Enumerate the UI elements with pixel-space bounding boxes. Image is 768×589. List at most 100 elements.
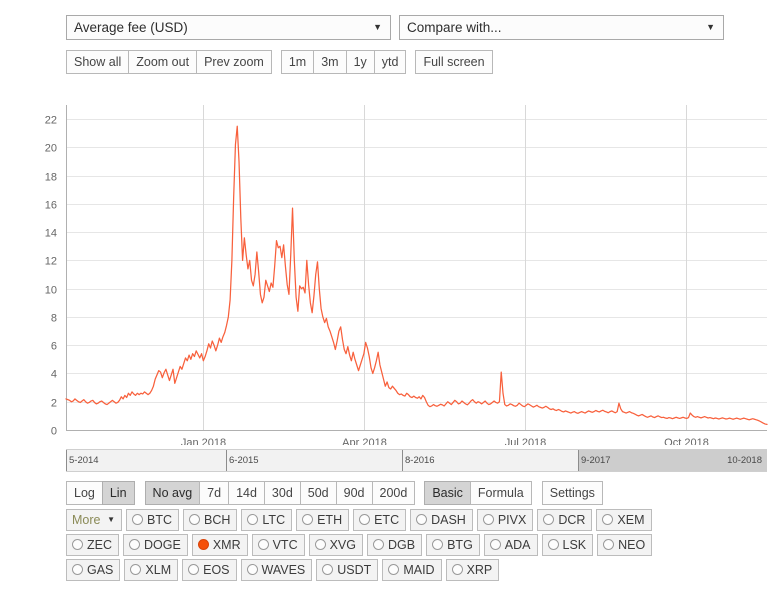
coin-option-zec[interactable]: ZEC [66,534,119,556]
y-tick-label: 2 [51,398,57,410]
coin-label: LTC [262,513,286,527]
mode-basic-button[interactable]: Basic [424,481,471,505]
coin-label: BTG [447,538,473,552]
scale-lin-button[interactable]: Lin [101,481,135,505]
coin-option-xmr[interactable]: XMR [191,534,248,556]
navigator-label-2: 8-2016 [405,455,435,466]
navigator-label-4: 10-2018 [727,455,762,466]
x-tick-label: Jul 2018 [505,437,547,445]
navigator-label-0: 5-2014 [69,455,99,466]
radio-icon [132,514,143,525]
radio-icon [451,564,463,575]
zoom-3m-button[interactable]: 3m [313,50,347,74]
coin-selector-row-3: GAS XLM EOS WAVES USDT MAID XRP [66,559,503,581]
chevron-down-icon: ▼ [706,22,715,32]
radio-icon [602,514,614,525]
coin-option-eth[interactable]: ETH [296,509,350,531]
avg-30d-button[interactable]: 30d [263,481,301,505]
zoom-out-button[interactable]: Zoom out [128,50,198,74]
coin-option-pivx[interactable]: PIVX [476,509,534,531]
coin-option-vtc[interactable]: VTC [251,534,305,556]
coin-option-ada[interactable]: ADA [483,534,538,556]
coin-option-lsk[interactable]: LSK [541,534,594,556]
prev-zoom-button[interactable]: Prev zoom [196,50,272,74]
x-tick-label: Oct 2018 [664,437,709,445]
full-screen-button[interactable]: Full screen [415,50,493,74]
show-all-button[interactable]: Show all [66,50,130,74]
compare-select[interactable]: Compare with... ▼ [399,15,724,40]
zoom-period-group: 1m 3m 1y ytd [280,50,407,74]
radio-icon [322,564,334,575]
coin-option-ltc[interactable]: LTC [241,509,293,531]
radio-icon [188,564,200,575]
radio-icon [432,539,444,550]
zoom-1y-button[interactable]: 1y [345,50,375,74]
avg-50d-button[interactable]: 50d [299,481,337,505]
coin-option-gas[interactable]: GAS [66,559,121,581]
coin-option-bch[interactable]: BCH [183,509,238,531]
coin-option-maid[interactable]: MAID [382,559,442,581]
coin-option-xvg[interactable]: XVG [308,534,363,556]
chart-series-line [65,125,768,425]
moving-average-group: No avg 7d 14d 30d 50d 90d 200d [144,481,416,505]
coin-selector-row-1: More ▼ BTC BCH LTC ETH ETC DASH PIVX DCR XEM [66,509,656,531]
coin-label: BTC [147,513,172,527]
coin-option-dash[interactable]: DASH [410,509,473,531]
radio-icon [482,514,494,525]
coin-label: XLM [145,563,172,577]
coin-option-usdt[interactable]: USDT [316,559,379,581]
coin-label: NEO [618,538,646,552]
settings-button[interactable]: Settings [541,481,603,505]
radio-icon [547,539,559,550]
coin-label: WAVES [261,563,306,577]
mode-formula-button[interactable]: Formula [469,481,532,505]
radio-icon [130,564,142,575]
coin-label: GAS [87,563,114,577]
x-tick-label: Apr 2018 [342,437,387,445]
radio-icon [359,514,371,525]
price-chart[interactable]: 0 2 4 6 8 10 12 14 16 18 20 22 Jan 2018 Apr 2018 Jul … [0,90,768,445]
coin-option-doge[interactable]: DOGE [123,534,188,556]
radio-icon [373,539,384,550]
avg-200d-button[interactable]: 200d [371,481,416,505]
scale-toggle-group: Log Lin [66,481,135,505]
metric-select[interactable]: Average fee (USD) ▼ [66,15,391,40]
coin-option-waves[interactable]: WAVES [240,559,313,581]
coin-option-btc[interactable]: BTC [126,509,179,531]
radio-icon [246,564,258,575]
radio-icon [543,514,555,525]
y-tick-label: 6 [51,341,57,353]
x-tick-label: Jan 2018 [181,437,226,445]
coin-option-xlm[interactable]: XLM [124,559,179,581]
coin-selector-row-2: ZEC DOGE XMR VTC XVG DGB BTG ADA LSK NEO [66,534,656,556]
coin-option-xrp[interactable]: XRP [445,559,500,581]
avg-no-avg-button[interactable]: No avg [144,481,201,505]
coin-label: ETC [374,513,400,527]
navigator-tick [402,450,403,471]
coin-option-dgb[interactable]: DGB [367,534,423,556]
coin-option-dcr[interactable]: DCR [537,509,593,531]
coin-option-eos[interactable]: EOS [182,559,237,581]
coin-option-etc[interactable]: ETC [353,509,407,531]
scale-log-button[interactable]: Log [66,481,103,505]
avg-7d-button[interactable]: 7d [199,481,230,505]
coin-label: XEM [617,513,645,527]
radio-icon [388,564,400,575]
zoom-1m-button[interactable]: 1m [280,50,315,74]
chart-options-row: Log Lin No avg 7d 14d 30d 50d 90d 200d Basic Formu… [66,481,603,505]
coin-label: VTC [272,538,298,552]
navigator-tick [578,450,579,471]
navigator-label-1: 6-2015 [229,455,259,466]
coin-option-btg[interactable]: BTG [426,534,480,556]
coin-option-xem[interactable]: XEM [596,509,652,531]
avg-90d-button[interactable]: 90d [335,481,373,505]
more-coins-dropdown[interactable]: More ▼ [66,509,122,531]
coin-label: MAID [403,563,435,577]
radio-icon [489,539,501,550]
avg-14d-button[interactable]: 14d [228,481,265,505]
coin-label: BCH [204,513,231,527]
range-navigator[interactable]: 5-2014 6-2015 8-2016 9-2017 10-2018 [66,449,767,472]
zoom-ytd-button[interactable]: ytd [373,50,407,74]
coin-label: PIVX [497,513,527,527]
coin-option-neo[interactable]: NEO [597,534,653,556]
